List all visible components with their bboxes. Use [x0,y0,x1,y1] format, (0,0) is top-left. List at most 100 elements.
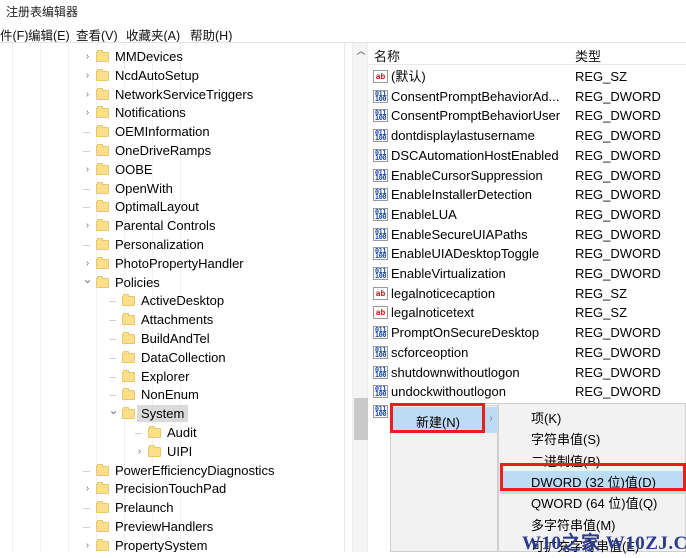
context-menu-parent[interactable]: 新建(N) › [390,405,498,552]
value-row[interactable]: 011 100 dontdisplaylastusername REG_DWORD [369,126,686,146]
submenu-item-label: DWORD (32 位)值(D) [531,474,656,490]
column-header-name[interactable]: 名称 [374,46,400,65]
registry-tree-pane[interactable]: › MMDevices › NcdAutoSetup › NetworkServiceTr… [0,43,340,552]
submenu-item[interactable]: 项(K) [500,407,686,430]
tree-item[interactable]: › Notifications [0,103,340,122]
tree-item[interactable]: › MMDevices [0,47,340,66]
tree-item[interactable]: OneDriveRamps [0,141,340,160]
chevron-right-icon[interactable]: › [82,89,93,100]
dword-value-icon: 011 100 [373,247,388,261]
value-row[interactable]: 011 100 PromptOnSecureDesktop REG_DWORD [369,323,686,343]
tree-vertical-scrollbar[interactable]: ︿ [352,43,368,552]
tree-item-label: OpenWith [115,180,173,196]
chevron-right-icon[interactable]: › [82,51,93,62]
tree-item[interactable]: Audit [0,423,340,442]
chevron-right-icon[interactable]: › [134,446,145,457]
tree-item[interactable]: › PhotoPropertyHandler [0,254,340,273]
tree-item[interactable]: OEMInformation [0,122,340,141]
submenu-item[interactable]: DWORD (32 位)值(D) [500,470,686,494]
chevron-right-icon[interactable]: › [82,164,93,175]
tree-item[interactable]: BuildAndTel [0,329,340,348]
value-type: REG_DWORD [575,167,661,183]
tree-item[interactable]: ⌄ System [0,404,340,423]
tree-item-label: Explorer [141,368,190,384]
tree-item[interactable]: NonEnum [0,385,340,404]
tree-item-label: OptimalLayout [115,199,199,215]
value-row[interactable]: 011 100 EnableLUA REG_DWORD [369,205,686,225]
scrollbar-thumb[interactable] [354,398,368,440]
chevron-right-icon[interactable]: › [82,258,93,269]
tree-item[interactable]: › UIPI [0,442,340,461]
tree-item[interactable]: DataCollection [0,348,340,367]
submenu-item[interactable]: QWORD (64 位)值(Q) [500,492,686,515]
tree-item-label: Prelaunch [115,500,174,516]
tree-item[interactable]: Personalization [0,235,340,254]
tree-item[interactable]: › PropertySystem [0,536,340,552]
submenu-item[interactable]: 字符串值(S) [500,428,686,451]
chevron-right-icon: › [489,413,493,424]
tree-item[interactable]: › Parental Controls [0,216,340,235]
value-row[interactable]: 011 100 EnableInstallerDetection REG_DWORD [369,185,686,205]
value-row[interactable]: 011 100 EnableSecureUIAPaths REG_DWORD [369,225,686,245]
tree-item[interactable]: PowerEfficiencyDiagnostics [0,461,340,480]
tree-item[interactable]: › OOBE [0,160,340,179]
value-row[interactable]: 011 100 scforceoption REG_DWORD [369,343,686,363]
scroll-up-arrow-icon[interactable]: ︿ [353,43,369,60]
value-row[interactable]: 011 100 shutdownwithoutlogon REG_DWORD [369,363,686,383]
folder-icon [96,87,109,100]
value-row[interactable]: ab legalnoticecaption REG_SZ [369,284,686,304]
tree-item-label: NonEnum [141,387,199,403]
value-row[interactable]: 011 100 EnableUIADesktopToggle REG_DWORD [369,244,686,264]
folder-icon [122,369,135,382]
value-row[interactable]: ab legalnoticetext REG_SZ [369,303,686,323]
folder-icon [96,144,109,156]
value-row[interactable]: 011 100 ConsentPromptBehaviorAd... REG_DWOR… [369,87,686,107]
tree-item[interactable]: › PrecisionTouchPad [0,479,340,498]
value-name: EnableLUA [391,206,457,222]
tree-item[interactable]: OptimalLayout [0,197,340,216]
string-value-icon: ab [373,286,388,300]
submenu-item[interactable]: 二进制值(B) [500,450,686,473]
tree-item[interactable]: Prelaunch [0,498,340,517]
value-row[interactable]: ab (默认) REG_SZ [369,67,686,87]
folder-icon [96,256,109,269]
value-row[interactable]: 011 100 undockwithoutlogon REG_DWORD [369,382,686,402]
value-row[interactable]: 011 100 EnableCursorSuppression REG_DWORD [369,166,686,186]
dword-value-icon: 011 100 [373,168,388,182]
tree-item[interactable]: Attachments [0,310,340,329]
chevron-right-icon[interactable]: › [82,540,93,551]
column-header-type[interactable]: 类型 [575,46,601,65]
chevron-right-icon[interactable]: › [82,107,93,118]
value-name: EnableCursorSuppression [391,167,543,183]
tree-item-label: Policies [115,274,160,290]
tree-item[interactable]: ActiveDesktop [0,291,340,310]
tree-item[interactable]: Explorer [0,367,340,386]
chevron-right-icon[interactable]: › [82,220,93,231]
value-row[interactable]: 011 100 ConsentPromptBehaviorUser REG_DWORD [369,106,686,126]
folder-icon [96,50,109,62]
menu-bar: 件(F) 编辑(E) 查看(V) 收藏夹(A) 帮助(H) [0,22,686,43]
value-type: REG_SZ [575,305,628,321]
chevron-down-icon[interactable]: ⌄ [82,273,93,285]
dword-value-icon: 011 100 [373,109,388,123]
tree-item[interactable]: OpenWith [0,179,340,198]
tree-item[interactable]: ⌄ Policies [0,273,340,292]
value-name: EnableVirtualization [391,266,506,281]
tree-item-label: OOBE [115,161,153,177]
tree-item[interactable]: › NetworkServiceTriggers [0,85,340,104]
tree-item-label: System [137,405,189,423]
folder-icon [96,181,109,194]
value-type: REG_DWORD [575,147,661,163]
value-row[interactable]: 011 100 DSCAutomationHostEnabled REG_DWORD [369,146,686,166]
tree-item[interactable]: › NcdAutoSetup [0,66,340,85]
context-menu-item-new[interactable]: 新建(N) › [392,407,498,433]
value-type: REG_DWORD [575,344,661,360]
tree-connector-line [109,376,116,378]
folder-icon [122,407,135,420]
tree-item[interactable]: PreviewHandlers [0,517,340,536]
tree-item-label: MMDevices [115,49,183,64]
chevron-right-icon[interactable]: › [82,483,93,494]
chevron-down-icon[interactable]: ⌄ [108,404,119,416]
chevron-right-icon[interactable]: › [82,70,93,81]
value-row[interactable]: 011 100 EnableVirtualization REG_DWORD [369,264,686,284]
